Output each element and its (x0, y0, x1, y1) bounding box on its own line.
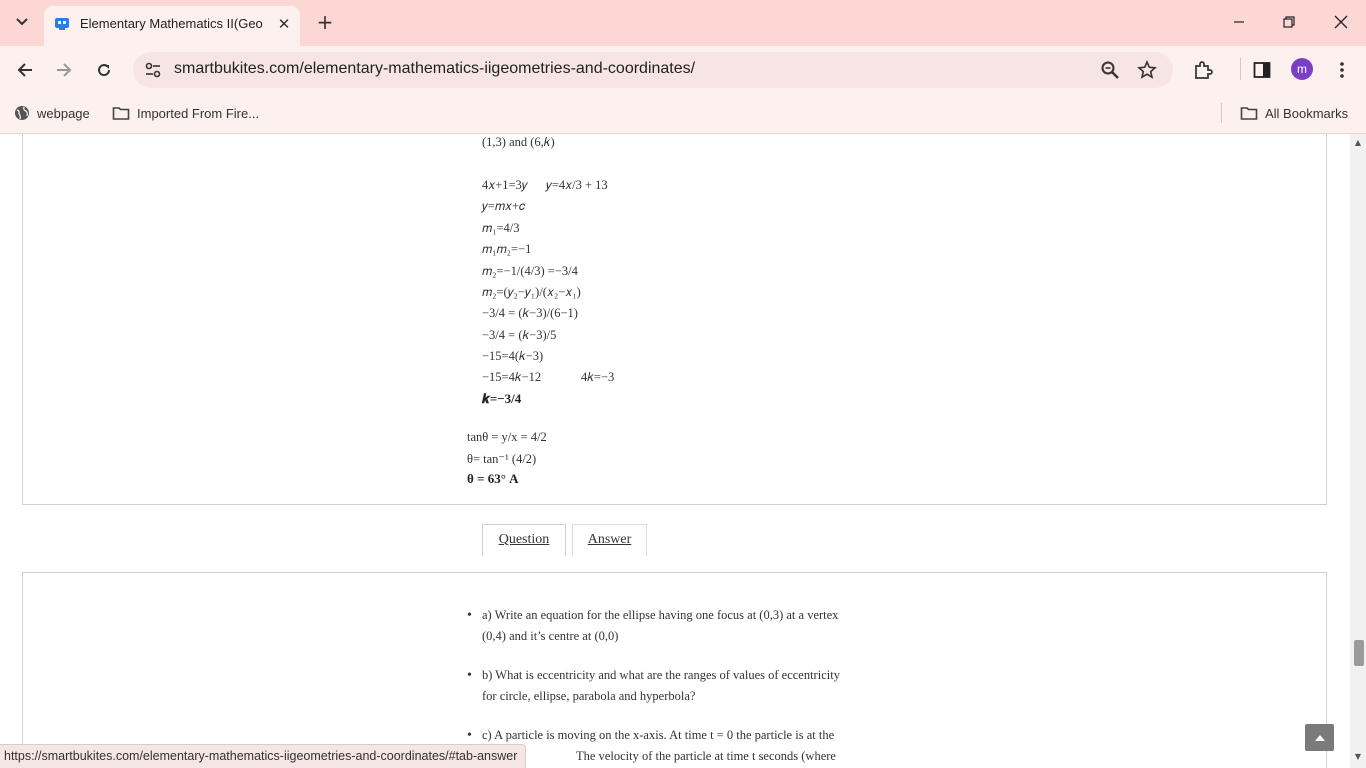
bookmark-star-icon[interactable] (1137, 60, 1157, 80)
answer-line: −15=4𝑘−12 (482, 370, 542, 384)
minimize-icon[interactable] (1224, 8, 1254, 36)
question-a-line: a) Write an equation for the ellipse hav… (482, 608, 839, 622)
tab-title: Elementary Mathematics II(Geo (80, 16, 263, 31)
page-scrollbar[interactable]: ▲ ▼ (1350, 134, 1366, 768)
globe-icon (15, 106, 29, 120)
all-bookmarks-button[interactable]: All Bookmarks (1240, 102, 1348, 124)
bookmark-label: webpage (37, 105, 90, 121)
answer-line: (1,3) and (6,𝑘) (482, 135, 555, 149)
bullet-icon: • (467, 728, 472, 743)
answer-line: 𝑚₂=(𝑦₂−𝑦₁)/(𝑥₂−𝑥₁) (482, 285, 581, 299)
bullet-icon: • (467, 608, 472, 623)
bullet-icon: • (467, 668, 472, 683)
scroll-down-arrow-icon[interactable]: ▼ (1353, 752, 1363, 762)
answer-line: 4𝑥+1=3𝑦 (482, 178, 528, 192)
answer-line: tanθ = y/x = 4/2 (467, 430, 547, 444)
profile-avatar[interactable]: m (1291, 58, 1313, 80)
answer-result-k: 𝒌=−3/4 (482, 391, 522, 406)
answer-line: 4𝑘=−3 (581, 370, 615, 384)
forward-arrow-icon[interactable] (50, 56, 78, 84)
bookmark-label: Imported From Fire... (137, 105, 260, 121)
side-panel-icon[interactable] (1250, 58, 1274, 82)
question-c-line: c) A particle is moving on the x-axis. A… (482, 728, 835, 742)
bookmark-folder-imported[interactable]: Imported From Fire... (112, 102, 259, 124)
answer-line: 𝑚₁=4/3 (482, 221, 520, 235)
bookmark-label: All Bookmarks (1265, 105, 1349, 121)
bookmarks-bar: webpage Imported From Fire... All Bookma… (0, 94, 1366, 134)
active-tab[interactable]: Elementary Mathematics II(Geo ✕ (44, 6, 300, 46)
link-status-bar: https://smartbukites.com/elementary-math… (0, 744, 527, 768)
answer-line: 𝑚₁𝑚₂=−1 (482, 242, 532, 256)
answer-result-theta: θ = 63° A (467, 471, 519, 486)
restore-icon[interactable] (1274, 8, 1304, 36)
page-content: (1,3) and (6,𝑘) 4𝑥+1=3𝑦 𝑦=4𝑥/3 + 13 𝑦=𝑚𝑥… (0, 134, 1350, 768)
scroll-up-arrow-icon[interactable]: ▲ (1353, 138, 1363, 148)
scrollbar-thumb[interactable] (1354, 640, 1364, 666)
answer-line: θ= tan⁻¹ (4/2) (467, 452, 537, 466)
tab-close-icon[interactable]: ✕ (274, 14, 294, 34)
answer-line: −15=4(𝑘−3) (482, 349, 544, 363)
answer-line: 𝑦=𝑚𝑥+𝑐 (482, 199, 526, 213)
address-bar[interactable]: smartbukites.com/elementary-mathematics-… (133, 52, 1173, 88)
new-tab-plus-icon[interactable]: + (312, 9, 338, 35)
site-favicon-icon (55, 18, 69, 30)
browser-toolbar: smartbukites.com/elementary-mathematics-… (0, 46, 1366, 94)
kebab-menu-icon[interactable] (1330, 58, 1354, 82)
question-c-line: The velocity of the particle at time t s… (576, 749, 836, 763)
reload-icon[interactable] (90, 56, 118, 84)
answer-line: −3/4 = (𝑘−3)/5 (482, 328, 557, 342)
answer-line: 𝑚₂=−1/(4/3) =−3/4 (482, 264, 578, 278)
bookmarks-divider (1221, 103, 1222, 123)
answer-line: 𝑦=4𝑥/3 + 13 (546, 178, 608, 192)
tab-strip: Elementary Mathematics II(Geo ✕ + (0, 0, 1366, 46)
tab-answer[interactable]: Answer (572, 524, 647, 556)
folder-icon (112, 107, 130, 120)
question-a-line: (0,4) and it’s centre at (0,0) (482, 629, 619, 643)
answer-panel (22, 134, 1327, 505)
tab-search-chevron-icon[interactable] (8, 8, 36, 36)
zoom-icon[interactable] (1100, 60, 1120, 80)
chevron-up-icon (1314, 735, 1325, 741)
question-b-line: for circle, ellipse, parabola and hyperb… (482, 689, 696, 703)
folder-icon (1240, 107, 1258, 120)
question-b-line: b) What is eccentricity and what are the… (482, 668, 840, 682)
back-to-top-button[interactable] (1305, 724, 1334, 751)
extensions-icon[interactable] (1191, 58, 1215, 82)
answer-line: −3/4 = (𝑘−3)/(6−1) (482, 306, 578, 320)
back-arrow-icon[interactable] (11, 56, 39, 84)
bookmark-webpage[interactable]: webpage (14, 102, 90, 124)
tab-question[interactable]: Question (482, 524, 566, 556)
url-text[interactable]: smartbukites.com/elementary-mathematics-… (174, 60, 695, 78)
close-window-icon[interactable] (1326, 8, 1356, 36)
toolbar-divider (1240, 58, 1241, 80)
site-info-icon[interactable] (143, 60, 163, 80)
